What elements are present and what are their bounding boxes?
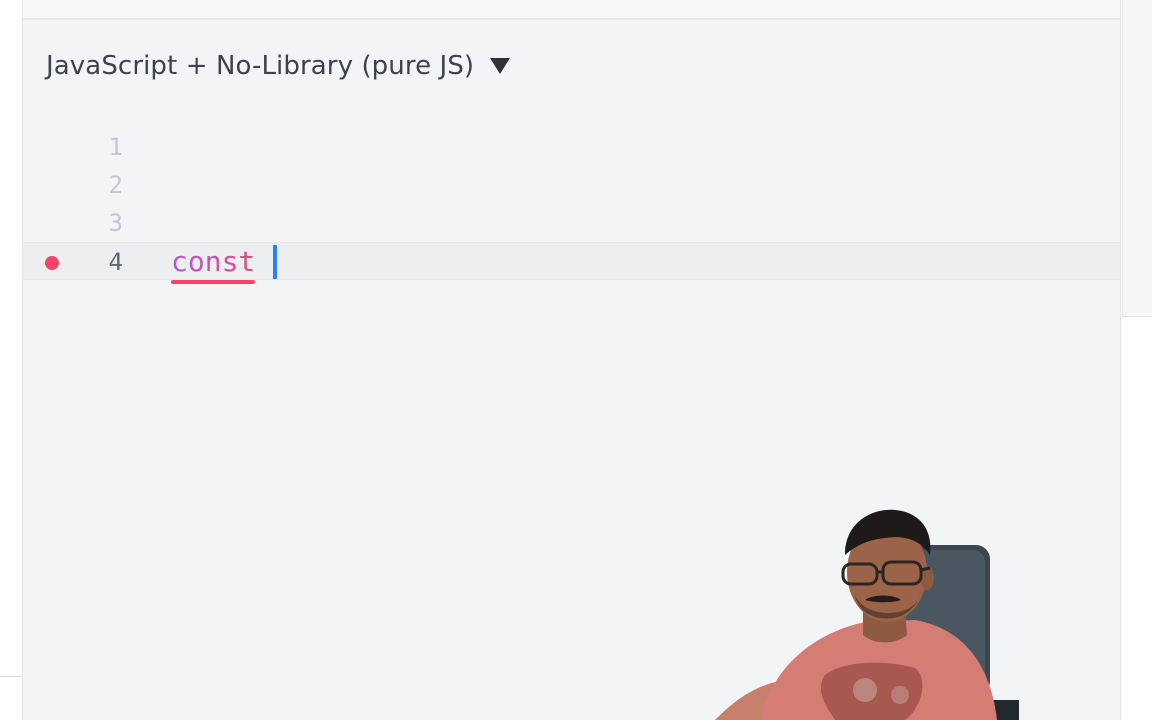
left-edge-divider [0, 676, 22, 677]
code-line-1[interactable]: 1 [23, 128, 1120, 166]
code-line-4[interactable]: 4 const [23, 242, 1120, 284]
line-number-4: 4 [108, 248, 123, 276]
language-selector[interactable]: JavaScript + No-Library (pure JS) [46, 46, 511, 86]
page: JavaScript + No-Library (pure JS) 1 2 3 … [0, 0, 1152, 720]
line-number-3: 3 [108, 209, 123, 237]
line-number-2: 2 [108, 171, 123, 199]
code-line-4-content[interactable]: const [171, 243, 278, 284]
error-dot-icon[interactable] [45, 256, 59, 270]
code-area[interactable]: 1 2 3 4 const [23, 128, 1120, 298]
line-number-1: 1 [108, 133, 123, 161]
triangle-down-icon [490, 58, 511, 74]
right-side-panel [1122, 0, 1152, 317]
code-line-3[interactable]: 3 [23, 204, 1120, 242]
webcam-presenter-image [715, 509, 1019, 720]
error-squiggle [171, 280, 256, 284]
text-cursor [273, 245, 278, 279]
const-keyword-text: const [171, 245, 256, 278]
language-selector-label: JavaScript + No-Library (pure JS) [46, 51, 475, 81]
const-keyword: const [171, 243, 256, 284]
panel-top-bar [23, 0, 1120, 20]
code-line-2[interactable]: 2 [23, 166, 1120, 204]
